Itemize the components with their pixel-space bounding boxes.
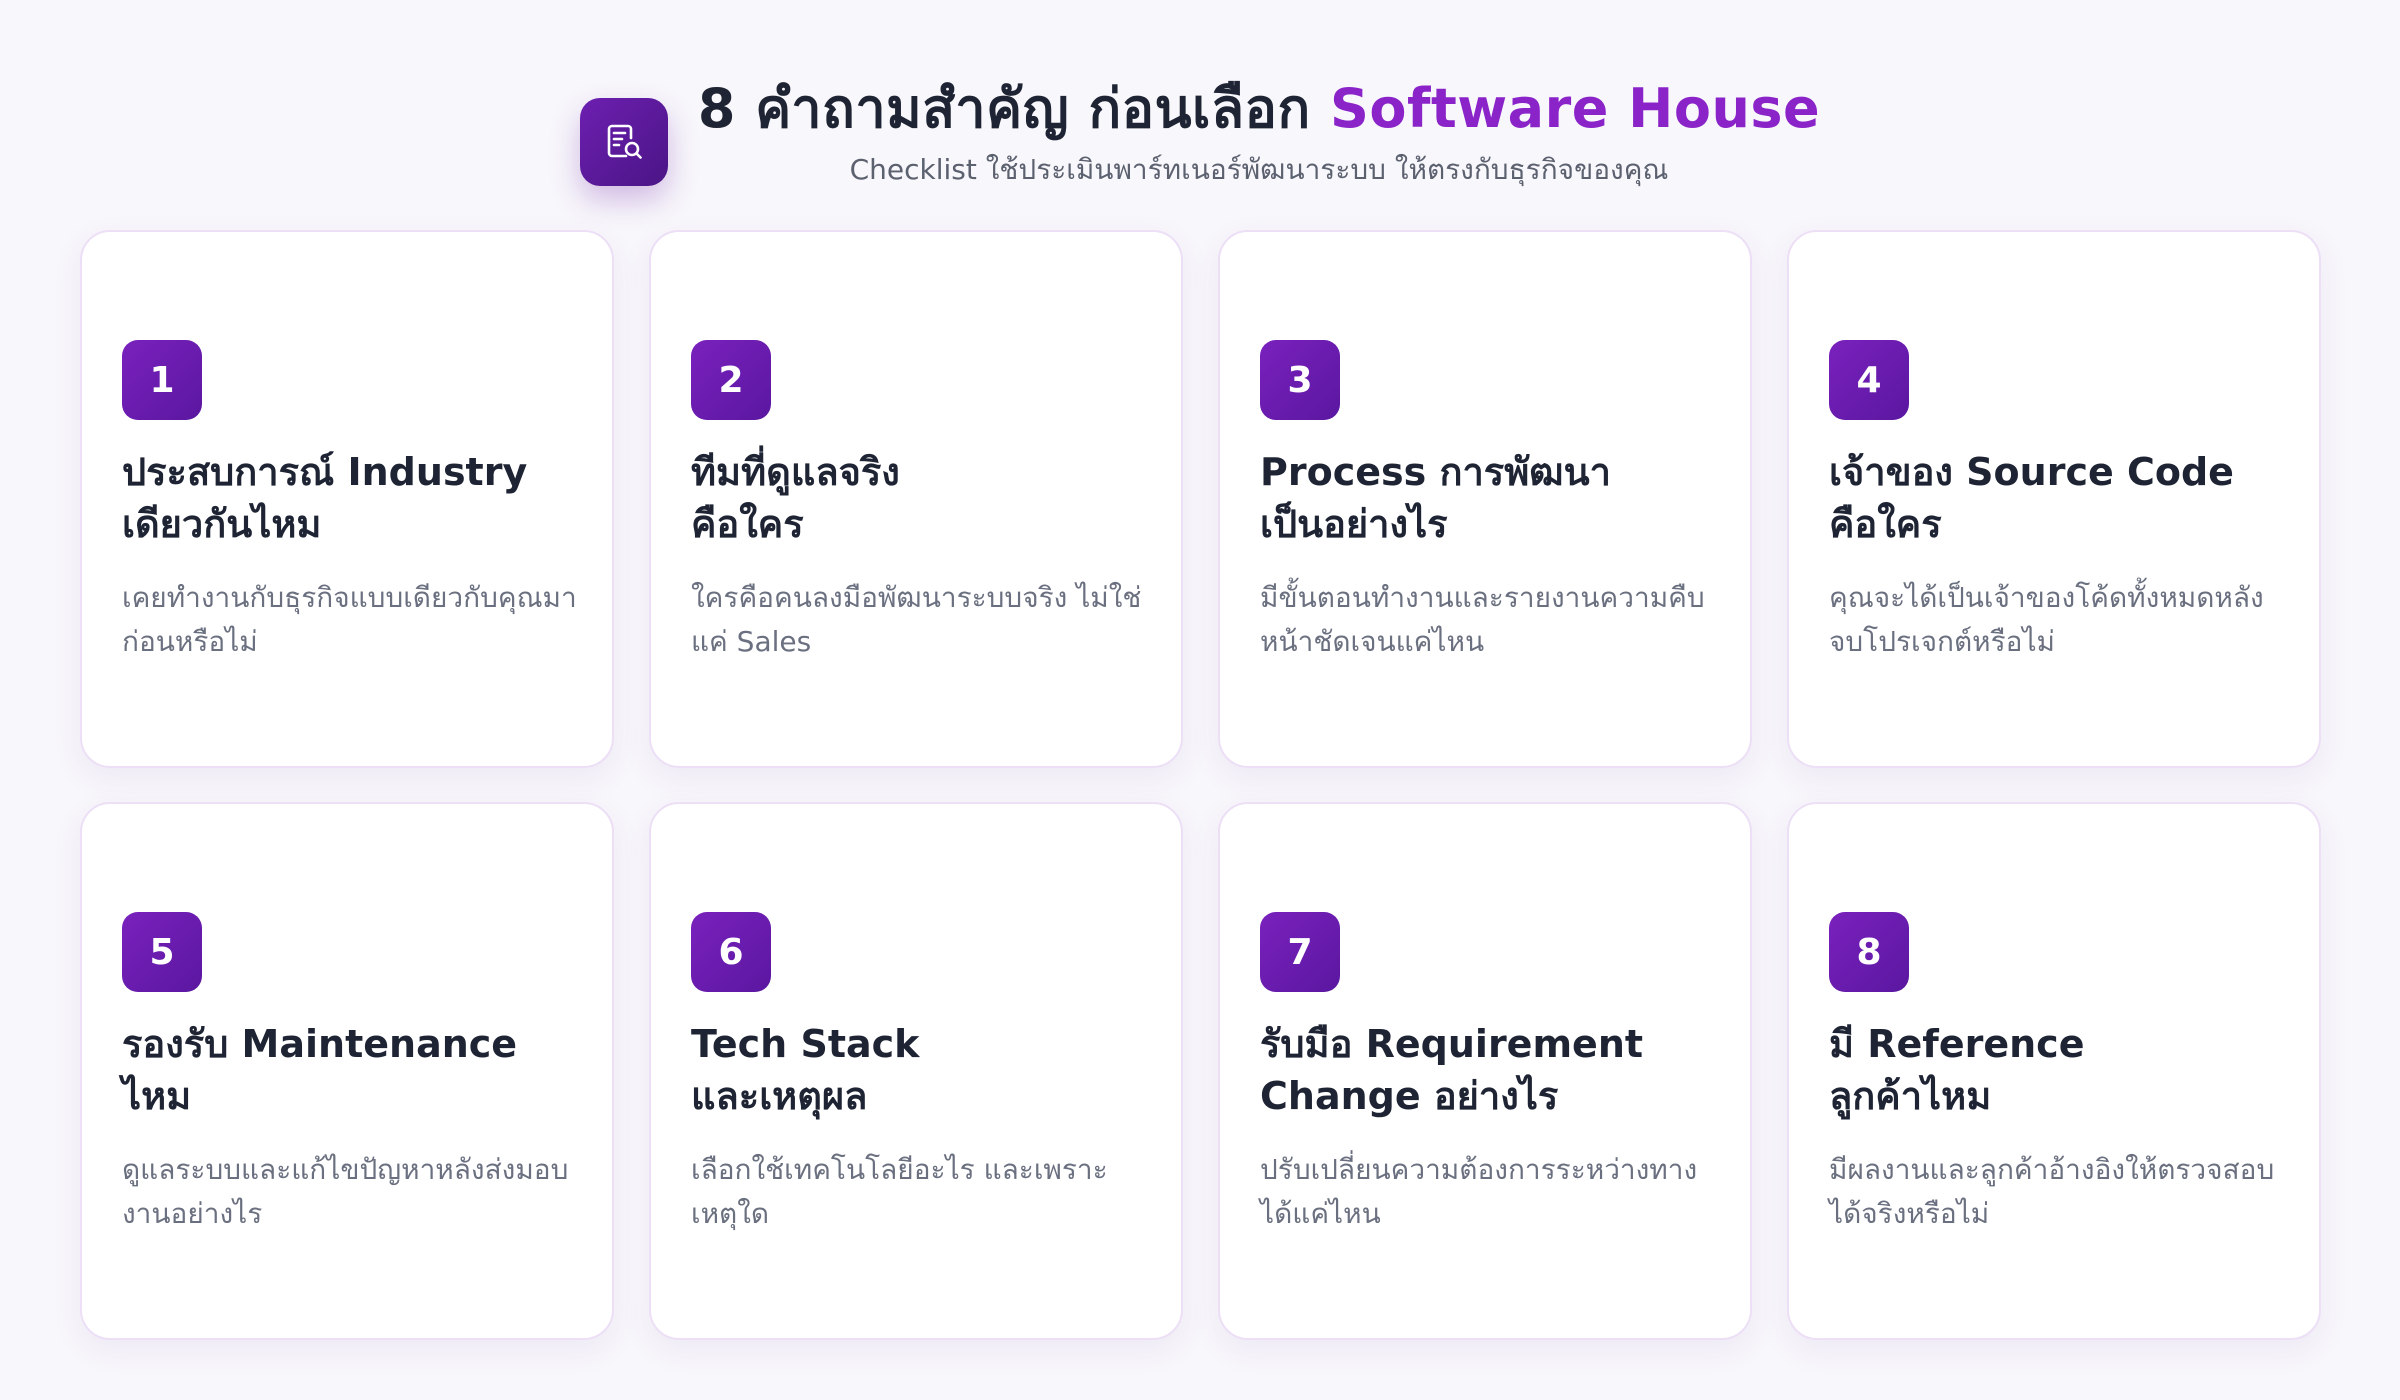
question-card-7: 7 รับมือ Requirement Change อย่างไร ปรับ… [1218, 802, 1752, 1340]
card-desc-line: ก่อนหรือไม่ [122, 625, 258, 658]
card-description: มีผลงานและลูกค้าอ้างอิงให้ตรวจสอบ ได้จริ… [1829, 1148, 2279, 1236]
card-desc-line: ดูแลระบบและแก้ไขปัญหาหลังส่งมอบ [122, 1153, 569, 1186]
card-title: รองรับ Maintenance ไหม [122, 1018, 572, 1122]
card-title-line: รับมือ Requirement [1260, 1022, 1644, 1066]
card-number-badge: 4 [1829, 340, 1909, 420]
header-row: 8 คำถามสำคัญ ก่อนเลือก Software House Ch… [0, 78, 2400, 192]
card-number-badge: 5 [122, 912, 202, 992]
card-title-line: Tech Stack [691, 1022, 920, 1066]
card-title-line: ทีมที่ดูแลจริง [691, 450, 900, 494]
card-number-badge: 3 [1260, 340, 1340, 420]
title-accent: Software House [1330, 77, 1821, 140]
question-card-5: 5 รองรับ Maintenance ไหม ดูแลระบบและแก้ไ… [80, 802, 614, 1340]
card-title: มี Reference ลูกค้าไหม [1829, 1018, 2279, 1122]
card-desc-line: งานอย่างไร [122, 1197, 263, 1230]
card-title-line: Process การพัฒนา [1260, 450, 1611, 494]
card-desc-line: จบโปรเจกต์หรือไม่ [1829, 625, 2055, 658]
card-title-line: ไหม [122, 1074, 192, 1118]
card-description: ดูแลระบบและแก้ไขปัญหาหลังส่งมอบ งานอย่าง… [122, 1148, 572, 1236]
card-title-line: รองรับ Maintenance [122, 1022, 518, 1066]
card-title: เจ้าของ Source Code คือใคร [1829, 446, 2279, 550]
question-card-1: 1 ประสบการณ์ Industry เดียวกันไหม เคยทำง… [80, 230, 614, 768]
page-header: 8 คำถามสำคัญ ก่อนเลือก Software House Ch… [0, 0, 2400, 220]
page-title: 8 คำถามสำคัญ ก่อนเลือก Software House [698, 78, 1820, 140]
card-number-badge: 6 [691, 912, 771, 992]
card-desc-line: เลือกใช้เทคโนโลยีอะไร และเพราะ [691, 1153, 1108, 1186]
card-description: ปรับเปลี่ยนความต้องการระหว่างทาง ได้แค่ไ… [1260, 1148, 1710, 1236]
card-desc-line: ปรับเปลี่ยนความต้องการระหว่างทาง [1260, 1153, 1698, 1186]
card-description: เลือกใช้เทคโนโลยีอะไร และเพราะ เหตุใด [691, 1148, 1141, 1236]
question-card-2: 2 ทีมที่ดูแลจริง คือใคร ใครคือคนลงมือพัฒ… [649, 230, 1183, 768]
card-number-badge: 8 [1829, 912, 1909, 992]
card-title-line: Change อย่างไร [1260, 1074, 1559, 1118]
card-description: คุณจะได้เป็นเจ้าของโค้ดทั้งหมดหลัง จบโปร… [1829, 576, 2279, 664]
card-desc-line: มีผลงานและลูกค้าอ้างอิงให้ตรวจสอบ [1829, 1153, 2275, 1186]
card-title-line: ลูกค้าไหม [1829, 1074, 1992, 1118]
card-number-badge: 1 [122, 340, 202, 420]
card-title-line: เจ้าของ Source Code [1829, 450, 2234, 494]
card-title-line: เป็นอย่างไร [1260, 502, 1448, 546]
card-desc-line: เหตุใด [691, 1197, 770, 1230]
question-card-3: 3 Process การพัฒนา เป็นอย่างไร มีขั้นตอน… [1218, 230, 1752, 768]
card-title-line: เดียวกันไหม [122, 502, 322, 546]
card-title: Tech Stack และเหตุผล [691, 1018, 1141, 1122]
card-number-badge: 7 [1260, 912, 1340, 992]
card-title-line: และเหตุผล [691, 1074, 868, 1118]
card-description: เคยทำงานกับธุรกิจแบบเดียวกับคุณมา ก่อนหร… [122, 576, 577, 664]
card-title: ทีมที่ดูแลจริง คือใคร [691, 446, 1141, 550]
card-title-line: ประสบการณ์ Industry [122, 450, 528, 494]
title-block: 8 คำถามสำคัญ ก่อนเลือก Software House Ch… [698, 78, 1820, 192]
card-desc-line: ได้แค่ไหน [1260, 1197, 1381, 1230]
card-desc-line: แค่ Sales [691, 625, 812, 658]
card-number-badge: 2 [691, 340, 771, 420]
question-card-6: 6 Tech Stack และเหตุผล เลือกใช้เทคโนโลยี… [649, 802, 1183, 1340]
card-title-line: มี Reference [1829, 1022, 2085, 1066]
card-title: รับมือ Requirement Change อย่างไร [1260, 1018, 1710, 1122]
card-title-line: คือใคร [691, 502, 804, 546]
card-description: มีขั้นตอนทำงานและรายงานความคืบ หน้าชัดเจ… [1260, 576, 1710, 664]
card-desc-line: เคยทำงานกับธุรกิจแบบเดียวกับคุณมา [122, 581, 577, 614]
document-search-icon [607, 124, 642, 159]
question-card-4: 4 เจ้าของ Source Code คือใคร คุณจะได้เป็… [1787, 230, 2321, 768]
card-description: ใครคือคนลงมือพัฒนาระบบจริง ไม่ใช่ แค่ Sa… [691, 576, 1141, 664]
card-title-line: คือใคร [1829, 502, 1942, 546]
card-desc-line: ใครคือคนลงมือพัฒนาระบบจริง ไม่ใช่ [691, 581, 1142, 614]
card-desc-line: หน้าชัดเจนแค่ไหน [1260, 625, 1485, 658]
card-title: Process การพัฒนา เป็นอย่างไร [1260, 446, 1710, 550]
question-card-8: 8 มี Reference ลูกค้าไหม มีผลงานและลูกค้… [1787, 802, 2321, 1340]
page-subtitle: Checklist ใช้ประเมินพาร์ทเนอร์พัฒนาระบบ … [849, 153, 1669, 186]
card-desc-line: คุณจะได้เป็นเจ้าของโค้ดทั้งหมดหลัง [1829, 581, 2264, 614]
title-main: 8 คำถามสำคัญ ก่อนเลือก [697, 77, 1311, 140]
card-desc-line: มีขั้นตอนทำงานและรายงานความคืบ [1260, 581, 1705, 614]
logo-badge [579, 98, 668, 186]
card-title: ประสบการณ์ Industry เดียวกันไหม [122, 446, 572, 550]
question-grid: 1 ประสบการณ์ Industry เดียวกันไหม เคยทำง… [80, 230, 2321, 1340]
card-desc-line: ได้จริงหรือไม่ [1829, 1197, 1990, 1230]
